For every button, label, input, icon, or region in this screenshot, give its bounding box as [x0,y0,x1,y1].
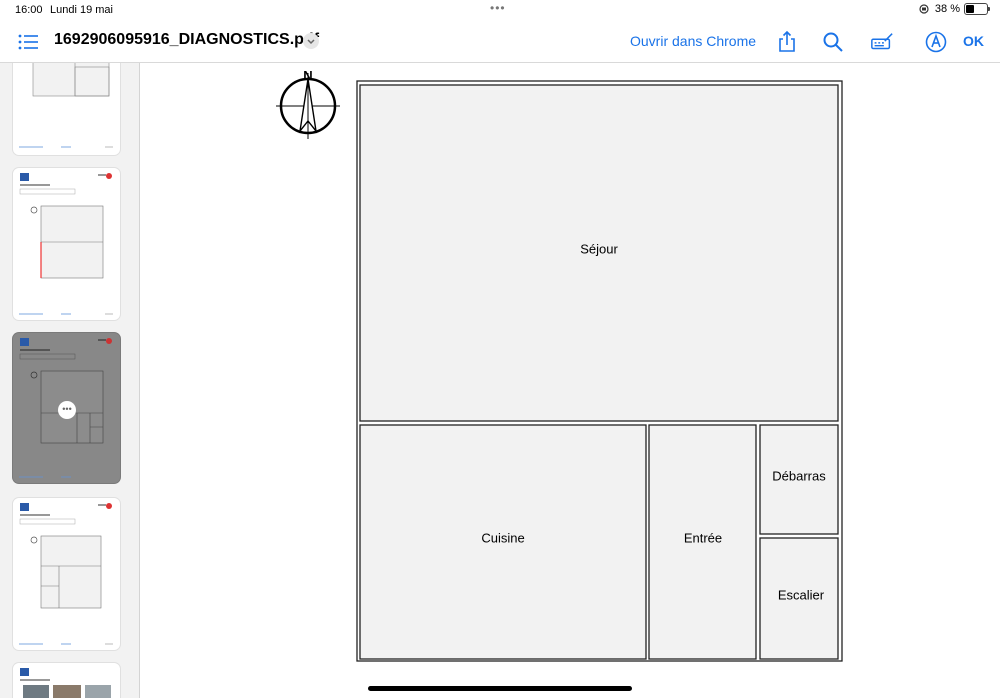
status-date: Lundi 19 mai [50,4,113,16]
room-label-escalier: Escalier [777,587,825,603]
status-right: 38 % [917,3,990,15]
screen-lock-rotation-icon [919,4,929,14]
page-thumbnail-4[interactable] [13,498,120,650]
page-thumbnail-3[interactable]: ••• [13,333,120,483]
markup-icon[interactable] [870,30,894,54]
compass-north-label: N [303,68,312,83]
battery-icon [964,3,990,15]
pdf-page[interactable]: N Séjour Cuisine Entrée Débarras Escalie… [140,63,1000,698]
search-icon[interactable] [821,30,845,54]
list-icon[interactable] [17,31,39,53]
multitasking-dots-icon[interactable]: ••• [490,1,506,15]
home-indicator[interactable] [368,686,632,691]
ok-button[interactable]: OK [963,33,984,49]
page-thumbnail-5[interactable] [13,663,120,698]
page-thumbnail-1[interactable] [13,63,120,155]
pen-icon[interactable] [924,30,948,54]
status-bar: 16:00 Lundi 19 mai ••• 38 % [0,0,1000,22]
toolbar: 1692906095916_DIAGNOSTICS.pdf Ouvrir dan… [0,22,1000,63]
room-label-entree: Entrée [683,530,723,546]
page-thumbnail-2[interactable] [13,168,120,320]
battery-percent: 38 % [934,3,960,15]
open-in-chrome-button[interactable]: Ouvrir dans Chrome [630,33,756,49]
room-label-sejour: Séjour [580,241,618,257]
thumbnail-sidebar: ••• [0,63,140,698]
floor-plan: N [276,68,843,662]
room-label-debarras: Débarras [772,468,826,484]
room-label-cuisine: Cuisine [481,530,525,546]
document-title[interactable]: 1692906095916_DIAGNOSTICS.pdf [54,31,319,49]
chevron-down-icon[interactable] [303,33,319,49]
share-icon[interactable] [775,30,799,54]
status-time: 16:00 [15,4,43,16]
more-options-icon[interactable]: ••• [58,401,76,419]
